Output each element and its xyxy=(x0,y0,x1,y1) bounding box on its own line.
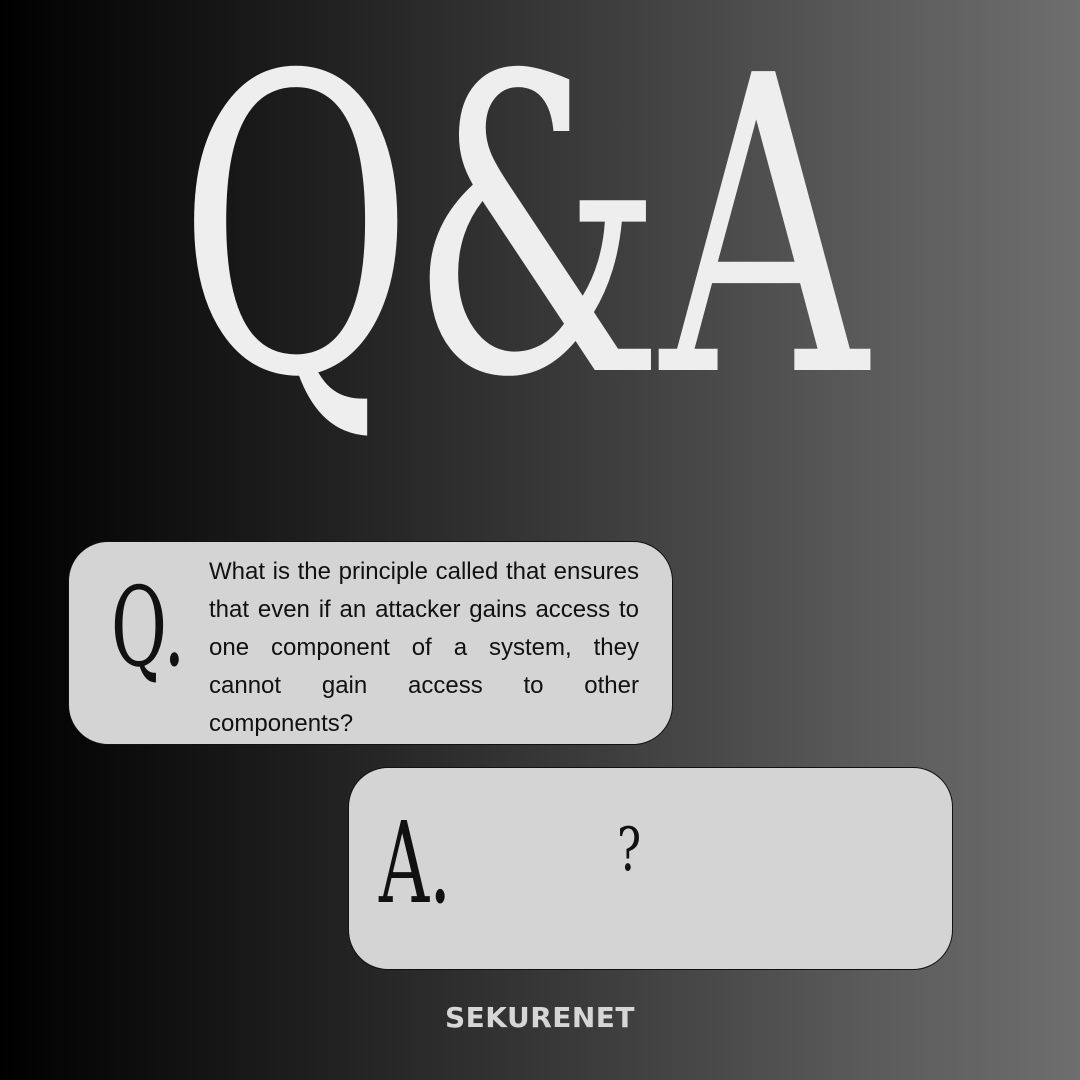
question-text: What is the principle called that ensure… xyxy=(209,558,639,737)
qa-headline: Q&A xyxy=(178,0,868,467)
question-card: Q. What is the principle called that ens… xyxy=(68,541,673,745)
question-marker: Q. xyxy=(111,563,186,691)
brand-name: SEKURENET xyxy=(444,1001,636,1034)
answer-card: A. ? xyxy=(348,767,953,970)
answer-marker: A. xyxy=(379,799,452,929)
answer-text: ? xyxy=(617,815,642,885)
post-canvas: Q&A Q. What is the principle called that… xyxy=(0,0,1080,1080)
